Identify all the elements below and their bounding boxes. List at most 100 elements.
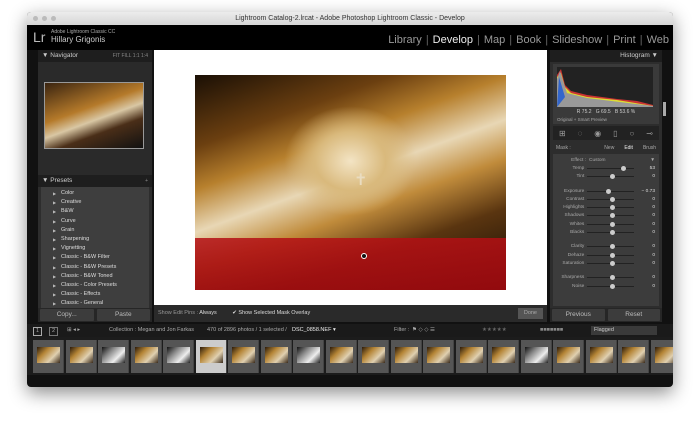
- filmstrip-thumbnail[interactable]: [358, 340, 389, 373]
- module-web[interactable]: Web: [647, 34, 669, 46]
- preset-folder[interactable]: Classic - B&W Toned: [41, 272, 149, 281]
- slider-value[interactable]: 0: [634, 253, 655, 258]
- slider-thumb[interactable]: [609, 174, 615, 180]
- slider-value[interactable]: 0: [634, 284, 655, 289]
- slider-track[interactable]: [587, 205, 635, 211]
- filmstrip-thumbnail[interactable]: [455, 340, 487, 373]
- add-preset-button[interactable]: +: [145, 175, 148, 187]
- preset-folder[interactable]: Creative: [41, 198, 149, 207]
- preset-folder[interactable]: Classic - B&W Presets: [41, 263, 149, 272]
- main-photo[interactable]: ✝: [195, 75, 506, 290]
- navigator-preview[interactable]: [44, 82, 144, 149]
- view-2-button[interactable]: 2: [49, 327, 59, 336]
- slider-value[interactable]: 0: [634, 261, 655, 266]
- slider-highlights[interactable]: Highlights 0: [557, 203, 655, 211]
- slider-thumb[interactable]: [620, 165, 626, 171]
- slider-exposure[interactable]: Exposure − 0.73: [557, 187, 655, 195]
- filmstrip-thumbnail[interactable]: [293, 340, 324, 373]
- preset-folder[interactable]: Vignetting: [41, 244, 149, 253]
- mask-new[interactable]: New: [604, 145, 614, 151]
- slider-saturation[interactable]: Saturation 0: [557, 259, 655, 267]
- slider-value[interactable]: 53: [634, 166, 655, 171]
- filename[interactable]: DSC_0858.NEF ▾: [292, 324, 336, 337]
- flag-filter-icons[interactable]: ⚑ ◇ ◇ ☰: [412, 324, 435, 337]
- red-eye-icon[interactable]: ◉: [594, 129, 601, 138]
- slider-shadows[interactable]: Shadows 0: [557, 212, 655, 220]
- preset-folder[interactable]: Classic - Color Presets: [41, 281, 149, 290]
- navigator-header[interactable]: ▼ Navigator FIT FILL 1:1 1:4: [38, 50, 152, 62]
- slider-thumb[interactable]: [609, 213, 615, 219]
- filmstrip-thumbnail[interactable]: [390, 340, 422, 373]
- slider-contrast[interactable]: Contrast 0: [557, 195, 655, 203]
- mask-edit[interactable]: Edit: [624, 145, 633, 151]
- preset-folder[interactable]: Grain: [41, 226, 149, 235]
- slider-thumb[interactable]: [605, 188, 611, 194]
- filmstrip-thumbnail[interactable]: [585, 340, 617, 373]
- view-1-button[interactable]: 1: [33, 327, 43, 336]
- graduated-filter-icon[interactable]: ▯: [613, 129, 617, 138]
- slider-sharpness[interactable]: Sharpness 0: [557, 274, 655, 282]
- slider-value[interactable]: 0: [634, 205, 655, 210]
- filmstrip-thumbnail[interactable]: [65, 340, 97, 373]
- slider-noise[interactable]: Noise 0: [557, 282, 655, 290]
- radial-filter-icon[interactable]: ○: [630, 129, 635, 138]
- adjustment-brush-icon[interactable]: ⊸: [646, 129, 653, 138]
- done-button[interactable]: Done: [517, 308, 543, 319]
- slider-track[interactable]: [587, 174, 635, 180]
- slider-thumb[interactable]: [609, 252, 615, 258]
- slider-track[interactable]: [587, 283, 635, 289]
- reset-button[interactable]: Reset: [607, 309, 660, 321]
- star-filter[interactable]: ★★★★★: [482, 324, 507, 337]
- mask-overlay-checkbox[interactable]: ✔ Show Selected Mask Overlay: [232, 310, 310, 316]
- filmstrip-thumbnail[interactable]: [423, 340, 454, 373]
- slider-value[interactable]: 0: [634, 230, 655, 235]
- slider-track[interactable]: [587, 221, 635, 227]
- module-book[interactable]: Book: [516, 34, 541, 46]
- module-map[interactable]: Map: [484, 34, 505, 46]
- filter-preset-select[interactable]: Flagged: [591, 326, 657, 335]
- module-develop[interactable]: Develop: [433, 34, 473, 46]
- slider-thumb[interactable]: [609, 230, 615, 236]
- slider-thumb[interactable]: [609, 260, 615, 266]
- slider-track[interactable]: [587, 252, 635, 258]
- window-controls[interactable]: [33, 16, 56, 21]
- slider-value[interactable]: 0: [634, 197, 655, 202]
- copy-button[interactable]: Copy...: [40, 309, 94, 321]
- filmstrip-thumbnail[interactable]: [618, 340, 649, 373]
- preset-folder[interactable]: Curve: [41, 217, 149, 226]
- slider-track[interactable]: [587, 165, 635, 171]
- mask-brush[interactable]: Brush: [643, 145, 656, 151]
- filmstrip-thumbnail[interactable]: [98, 340, 129, 373]
- preset-folder[interactable]: Color: [41, 189, 149, 198]
- filmstrip-thumbnail[interactable]: [553, 340, 584, 373]
- effect-select[interactable]: Custom: [589, 158, 650, 163]
- slider-track[interactable]: [587, 244, 635, 250]
- paste-button[interactable]: Paste: [96, 309, 150, 321]
- preset-folder[interactable]: Sharpening: [41, 235, 149, 244]
- edit-pins-select[interactable]: Always: [199, 310, 216, 316]
- slider-tint[interactable]: Tint 0: [557, 173, 655, 181]
- slider-blacks[interactable]: Blacks 0: [557, 228, 655, 236]
- slider-value[interactable]: 0: [634, 244, 655, 249]
- slider-dehaze[interactable]: Dehaze 0: [557, 251, 655, 259]
- slider-value[interactable]: 0: [634, 213, 655, 218]
- module-library[interactable]: Library: [388, 34, 422, 46]
- preset-folder[interactable]: Classic - Effects: [41, 290, 149, 299]
- right-panel-scrollbar[interactable]: [663, 102, 666, 116]
- filmstrip-thumbnail[interactable]: [520, 340, 552, 373]
- grid-icon[interactable]: ⊞ ◂ ▸: [67, 324, 80, 337]
- slider-value[interactable]: 0: [634, 222, 655, 227]
- slider-track[interactable]: [587, 213, 635, 219]
- slider-thumb[interactable]: [609, 244, 615, 250]
- filmstrip-thumbnail[interactable]: [195, 340, 227, 373]
- slider-value[interactable]: 0: [634, 174, 655, 179]
- filmstrip-thumbnail[interactable]: [650, 340, 673, 373]
- filmstrip-thumbnail[interactable]: [325, 340, 357, 373]
- slider-thumb[interactable]: [609, 196, 615, 202]
- slider-temp[interactable]: Temp 53: [557, 164, 655, 172]
- module-slideshow[interactable]: Slideshow: [552, 34, 602, 46]
- slider-whites[interactable]: Whites 0: [557, 220, 655, 228]
- slider-thumb[interactable]: [609, 283, 615, 289]
- slider-track[interactable]: [587, 230, 635, 236]
- crop-tool-icon[interactable]: ⊞: [559, 129, 566, 138]
